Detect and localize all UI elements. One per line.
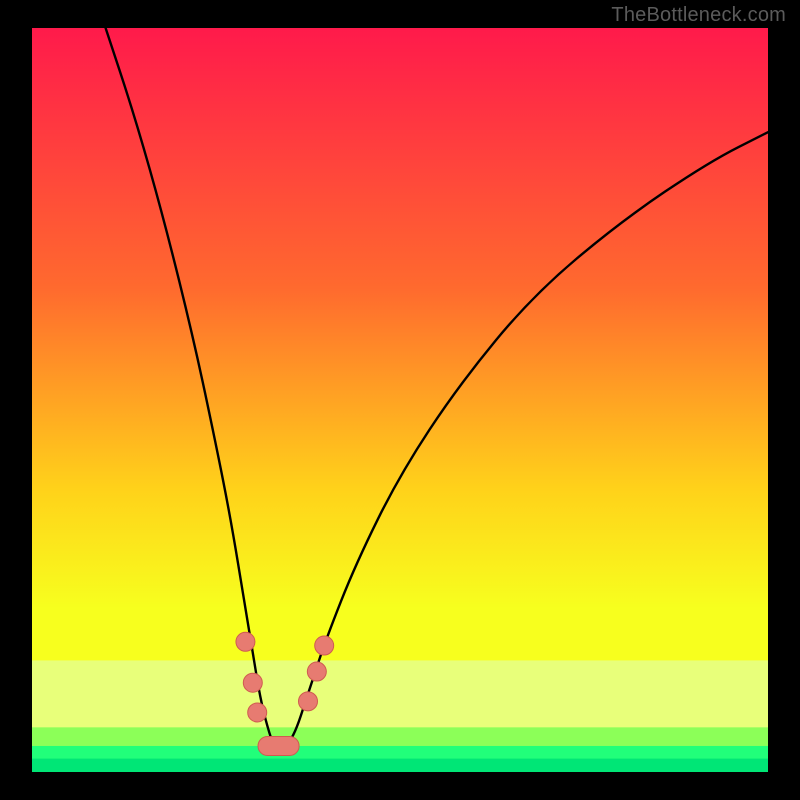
curve-marker bbox=[315, 636, 334, 655]
curve-marker bbox=[236, 632, 255, 651]
curve-marker bbox=[299, 692, 318, 711]
curve-marker bbox=[307, 662, 326, 681]
bottom-color-bands bbox=[32, 660, 768, 772]
bottleneck-chart bbox=[0, 0, 800, 800]
curve-marker bbox=[248, 703, 267, 722]
curve-marker bbox=[243, 673, 262, 692]
watermark-text: TheBottleneck.com bbox=[611, 4, 786, 27]
chart-stage: TheBottleneck.com bbox=[0, 0, 800, 800]
curve-marker-pill bbox=[258, 736, 299, 755]
